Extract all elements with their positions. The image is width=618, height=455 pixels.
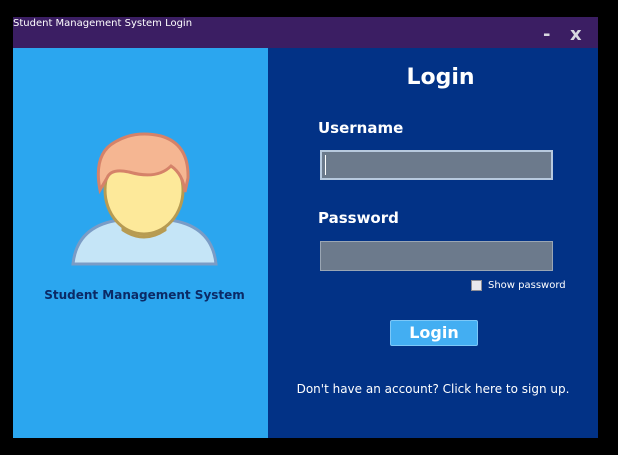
password-input[interactable] xyxy=(320,241,553,271)
user-avatar-icon xyxy=(71,132,218,266)
login-window: Student Management System Login - x Stud… xyxy=(13,17,598,438)
minimize-button[interactable]: - xyxy=(543,23,550,47)
show-password-checkbox[interactable] xyxy=(471,280,482,291)
close-button[interactable]: x xyxy=(570,23,582,47)
login-form-panel: Login Username Password Show password Lo… xyxy=(268,48,598,438)
password-label: Password xyxy=(318,209,399,227)
login-heading: Login xyxy=(406,65,475,90)
system-name-label: Student Management System xyxy=(44,288,245,302)
show-password-label: Show password xyxy=(488,280,566,291)
login-button[interactable]: Login xyxy=(390,320,478,346)
username-input[interactable] xyxy=(320,150,553,180)
title-bar[interactable]: Student Management System Login - x xyxy=(13,17,598,48)
branding-panel: Student Management System xyxy=(13,48,268,438)
text-caret xyxy=(325,155,326,175)
show-password-toggle[interactable]: Show password xyxy=(471,280,566,291)
window-title: Student Management System Login xyxy=(13,18,193,29)
username-label: Username xyxy=(318,119,404,137)
signup-link[interactable]: Don't have an account? Click here to sig… xyxy=(268,382,598,396)
